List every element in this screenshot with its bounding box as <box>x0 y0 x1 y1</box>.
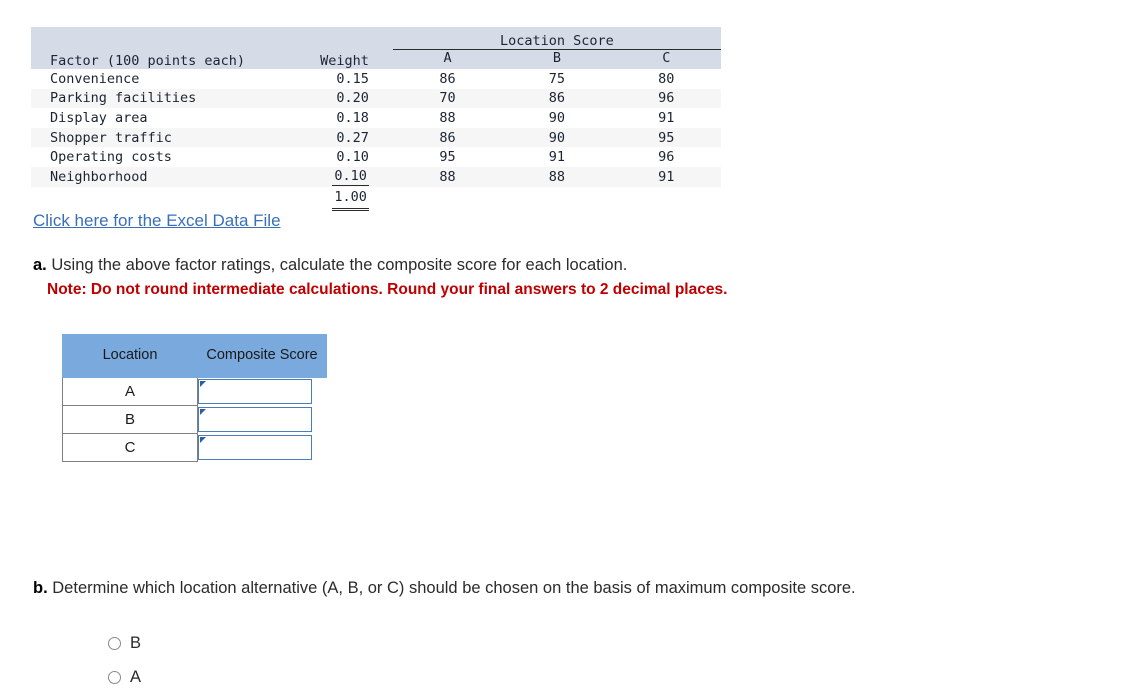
table-row: Parking facilities 0.20 70 86 96 <box>31 88 721 109</box>
cell-factor: Display area <box>50 109 148 126</box>
cell-score-b: 91 <box>548 149 566 166</box>
total-spacer-c <box>611 186 721 211</box>
radio-option-b[interactable]: B <box>108 626 141 660</box>
composite-score-input-a[interactable] <box>198 379 312 405</box>
answer-location-c: C <box>62 433 198 462</box>
cell-factor: Operating costs <box>50 149 172 166</box>
question-b-label: b. <box>33 579 48 597</box>
cell-score-a: 95 <box>439 149 456 166</box>
cell-score-b: 90 <box>548 109 566 126</box>
factor-ratings-table: Factor (100 points each) Weight Location… <box>31 27 721 212</box>
location-choice-radio-group: B A <box>108 626 141 694</box>
answer-location-b: B <box>62 405 198 434</box>
radio-label-a: A <box>130 667 142 686</box>
answer-row: B <box>62 405 327 434</box>
question-a-text: Using the above factor ratings, calculat… <box>51 256 628 274</box>
cell-score-a: 86 <box>439 129 456 146</box>
cell-score-c: 91 <box>658 109 675 126</box>
cell-factor: Convenience <box>50 70 140 87</box>
cell-factor: Neighborhood <box>50 168 148 185</box>
total-spacer <box>31 186 283 211</box>
cell-score-a: 88 <box>439 109 456 126</box>
radio-circle-icon[interactable] <box>108 636 121 650</box>
cell-score-b: 75 <box>548 70 566 87</box>
answer-header-row: Location Composite Score <box>62 334 327 378</box>
table-row: Neighborhood 0.10 88 88 91 <box>31 166 721 187</box>
cell-score-b: 90 <box>548 129 566 146</box>
radio-label-b: B <box>130 633 142 652</box>
cell-score-a: 70 <box>439 90 456 107</box>
cell-score-a: 86 <box>439 70 456 87</box>
cell-score-a: 88 <box>439 168 456 185</box>
table-row: Display area 0.18 88 90 91 <box>31 108 721 128</box>
question-b-text: Determine which location alternative (A,… <box>52 579 856 597</box>
composite-score-answer-table: Location Composite Score A B C <box>62 334 327 462</box>
question-a-note: Note: Do not round intermediate calculat… <box>47 281 728 299</box>
cell-score-b: 86 <box>548 90 566 107</box>
answer-input-cell-c[interactable] <box>197 433 327 462</box>
total-spacer-a <box>392 186 503 211</box>
header-location-c: C <box>662 50 671 66</box>
total-weight-cell: 1.00 <box>282 186 393 212</box>
header-location-a: A <box>443 50 452 66</box>
table-row: Operating costs 0.10 95 91 96 <box>31 147 721 167</box>
cell-weight-value: 0.10 <box>332 167 369 186</box>
cell-score-c: 96 <box>658 149 675 166</box>
cell-marker-triangle-icon <box>200 381 206 388</box>
header-weight: Weight <box>320 53 369 69</box>
answer-input-cell-a[interactable] <box>197 377 327 406</box>
cell-score-c: 91 <box>658 168 675 185</box>
cell-marker-triangle-icon <box>200 437 206 443</box>
answer-input-cell-b[interactable] <box>197 405 327 434</box>
cell-score-c: 95 <box>658 129 675 146</box>
cell-score-c: 80 <box>658 70 675 87</box>
question-a-label: a. <box>33 256 47 274</box>
table-header-row-top: Factor (100 points each) Weight Location… <box>31 27 721 69</box>
cell-weight: 0.15 <box>336 70 369 87</box>
composite-score-input-b[interactable] <box>198 407 312 432</box>
cell-score-b: 88 <box>548 168 566 185</box>
cell-factor: Shopper traffic <box>50 129 172 146</box>
total-weight-value: 1.00 <box>332 189 369 212</box>
total-spacer-b <box>502 186 612 211</box>
cell-weight-last: 0.10 <box>282 167 392 187</box>
answer-location-a: A <box>62 377 198 406</box>
cell-weight: 0.20 <box>336 90 369 107</box>
question-b: b. Determine which location alternative … <box>33 579 1083 598</box>
header-factor: Factor (100 points each) <box>50 53 246 69</box>
excel-data-file-link[interactable]: Click here for the Excel Data File <box>33 211 281 231</box>
header-location-b: B <box>552 50 561 66</box>
table-total-row: 1.00 <box>31 186 721 212</box>
cell-weight: 0.27 <box>336 129 369 146</box>
answer-row: A <box>62 377 327 406</box>
radio-circle-icon[interactable] <box>108 670 121 684</box>
cell-factor: Parking facilities <box>50 90 197 107</box>
factor-table: Factor (100 points each) Weight Location… <box>31 27 721 212</box>
question-a: a. Using the above factor ratings, calcu… <box>33 254 1033 301</box>
answer-row: C <box>62 433 327 462</box>
radio-option-a[interactable]: A <box>108 660 141 694</box>
table-row: Shopper traffic 0.27 86 90 95 <box>31 127 721 148</box>
cell-score-c: 96 <box>658 90 675 107</box>
answer-header-composite-score: Composite Score <box>197 334 327 378</box>
composite-score-input-c[interactable] <box>198 435 312 460</box>
cell-marker-triangle-icon <box>200 409 206 415</box>
table-row: Convenience 0.15 86 75 80 <box>31 69 721 89</box>
answer-header-location: Location <box>62 334 198 378</box>
cell-weight: 0.18 <box>336 109 369 126</box>
cell-weight: 0.10 <box>336 149 369 166</box>
header-location-score: Location Score <box>392 27 721 50</box>
